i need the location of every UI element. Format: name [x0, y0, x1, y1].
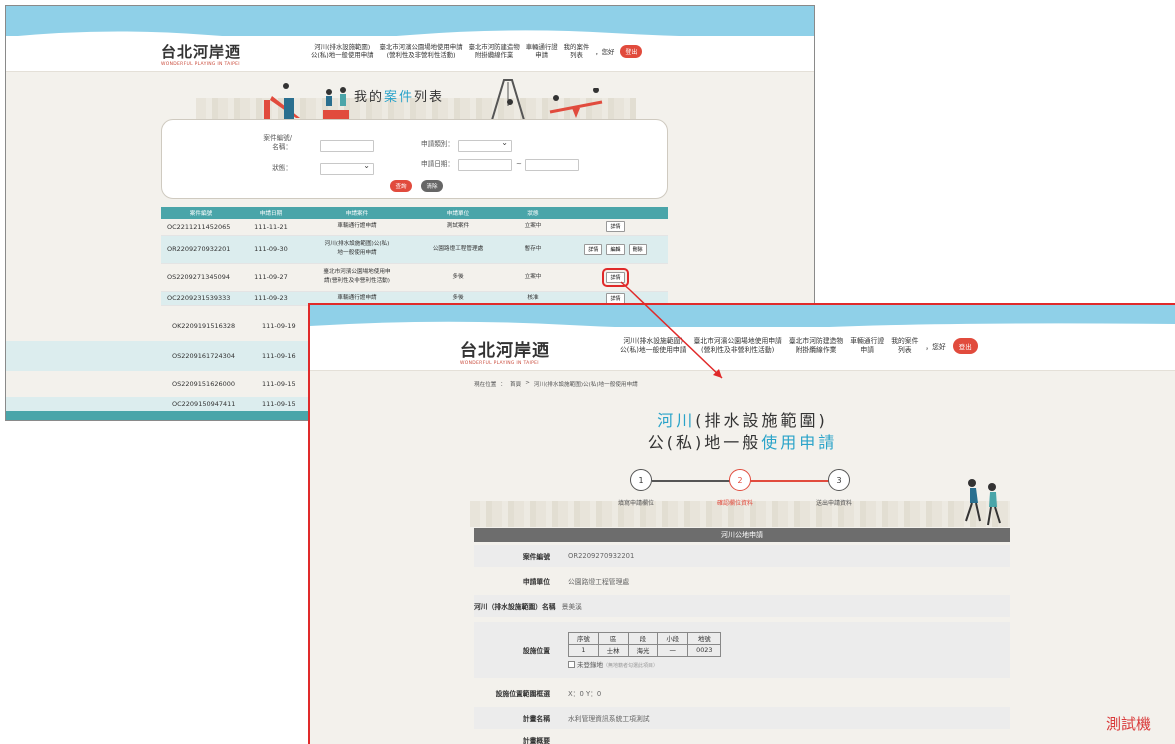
main-nav: 河川(排水設施範圍) 公(私)地一般使用申請 臺北市河濱公園場地使用申請 (營利性及…	[311, 43, 643, 60]
form-title-line1: 河川(排水設施範圍)	[657, 411, 828, 430]
date-label: 申請日期：	[421, 160, 454, 168]
step-connector	[652, 480, 738, 482]
step-3-circle: 3	[828, 469, 850, 491]
delete-button[interactable]: 刪除	[628, 243, 647, 255]
date-to-input[interactable]	[525, 159, 579, 171]
nav-cable[interactable]: 臺北市河防建造物 附掛纜線作業	[789, 337, 843, 355]
field-coordinates: 設施位置範圍框選 X：0 Y：0	[495, 690, 602, 698]
table-row: OS2209271345094 111-09-27 臺北市河濱公園場地使用申 請(…	[161, 263, 668, 292]
table-row: OR2209270932201 111-09-30 河川(排水設施範圍)公(私)…	[161, 235, 668, 264]
nav-cable[interactable]: 臺北市河防建造物 附掛纜線作業	[469, 43, 520, 60]
case-no-label: 案件編號/名稱：	[263, 134, 292, 152]
runners-illustration-icon	[965, 479, 1001, 526]
step-connector	[750, 480, 836, 482]
logout-button[interactable]: 登出	[620, 44, 643, 58]
col-status: 狀態	[503, 207, 563, 219]
case-no-input[interactable]	[320, 140, 374, 152]
col-case-no: 案件編號	[161, 207, 241, 219]
site-logo[interactable]: 台北河岸迺 WONDERFUL PLAYING IN TAIPEI	[460, 336, 550, 366]
children-illustration-icon	[323, 87, 349, 120]
test-environment-watermark: 測試機	[1106, 715, 1152, 733]
col-actions	[563, 207, 668, 219]
search-form: 案件編號/名稱： 申請類別： 狀態： 申請日期： ~ 查詢 清除	[161, 119, 668, 199]
detail-button[interactable]: 詳情	[584, 243, 603, 255]
step-2-circle: 2	[729, 469, 751, 491]
page-title: 我的案件列表	[354, 90, 445, 105]
nav-river-land[interactable]: 河川(排水設施範圍) 公(私)地一般使用申請	[620, 337, 686, 355]
breadcrumb: 現在位置 ： 首頁 > 河川(排水設施範圍)公(私)地一般使用申請	[474, 380, 638, 388]
detail-button[interactable]: 詳情	[606, 221, 625, 233]
step-1-circle: 1	[630, 469, 652, 491]
logout-button[interactable]: 登出	[952, 337, 978, 354]
nav-my-cases[interactable]: 我的案件 列表	[564, 43, 590, 60]
col-case: 申請案件	[301, 207, 413, 219]
list-banner: 我的案件列表	[6, 72, 814, 120]
location-table: 序號 區 段 小段 地號 1 士林 海光 一 0023	[568, 631, 722, 657]
field-case-no: 案件編號 OR2209270932201	[474, 545, 1010, 567]
seesaw-illustration-icon	[549, 88, 603, 118]
field-plan-name: 計畫名稱 水利管理資訊系統工項測試	[474, 707, 1010, 729]
nav-park-venue[interactable]: 臺北市河濱公園場地使用申請 (營利性及非營利性活動)	[380, 43, 463, 60]
nav-vehicle-pass[interactable]: 車輛通行證 申請	[850, 337, 884, 355]
nav-vehicle-pass[interactable]: 車輛通行證 申請	[526, 43, 558, 60]
list-item: OS2209161724304 111-09-16	[6, 341, 309, 371]
site-header: 台北河岸迺 WONDERFUL PLAYING IN TAIPEI 河川(排水設…	[310, 327, 1175, 371]
edit-button[interactable]: 編輯	[606, 243, 625, 255]
date-separator: ~	[516, 160, 522, 168]
clear-button[interactable]: 清除	[421, 180, 443, 192]
step-1-label: 填寫申請欄位	[618, 500, 655, 507]
status-select[interactable]	[320, 161, 374, 175]
list-item: OS2209151626000 111-09-15	[172, 380, 296, 388]
nav-river-land[interactable]: 河川(排水設施範圍) 公(私)地一般使用申請	[311, 43, 374, 60]
main-nav: 河川(排水設施範圍) 公(私)地一般使用申請 臺北市河濱公園場地使用申請 (營利性及…	[620, 337, 978, 355]
user-greeting: ，您好	[925, 342, 946, 351]
date-from-input[interactable]	[458, 159, 512, 171]
case-table: 案件編號 申請日期 申請案件 申請單位 狀態 OC2211211452065 1…	[161, 207, 668, 306]
status-label: 狀態：	[272, 164, 292, 172]
nav-my-cases[interactable]: 我的案件 列表	[891, 337, 918, 355]
detail-button[interactable]: 詳情	[606, 292, 625, 304]
unregistered-checkbox[interactable]	[568, 661, 575, 668]
site-header: 台北河岸迺 WONDERFUL PLAYING IN TAIPEI 河川(排水設…	[6, 36, 814, 72]
unregistered-option[interactable]: 未登錄地（無地籍者勾選此項目）	[568, 659, 721, 669]
section-title: 河川公地申請	[474, 528, 1010, 542]
list-item: OC2209150947411 111-09-15	[6, 397, 309, 411]
type-label: 申請類別：	[421, 140, 454, 148]
case-detail-screenshot: 台北河岸迺 WONDERFUL PLAYING IN TAIPEI 河川(排水設…	[308, 303, 1175, 744]
form-title-line2: 公(私)地一般使用申請	[647, 433, 838, 452]
col-date: 申請日期	[241, 207, 301, 219]
field-location: 設施位置 序號 區 段 小段 地號 1 士林 海光 一 0023 未登錄地（無地…	[474, 622, 1010, 678]
field-unit: 申請單位 公園路燈工程管理處	[522, 578, 630, 586]
field-plan-summary: 計畫概要	[522, 737, 550, 744]
type-select[interactable]	[458, 138, 512, 152]
step-3-label: 送出申請資料	[816, 500, 853, 507]
breadcrumb-home-link[interactable]: 首頁	[510, 380, 521, 388]
field-river-name: 河川（排水設施範圍）名稱 景美溪	[474, 595, 1010, 617]
col-unit: 申請單位	[413, 207, 503, 219]
list-item-cut	[6, 411, 309, 420]
user-greeting: ，您好	[595, 47, 615, 56]
list-item: OK2209191516328 111-09-19	[172, 322, 296, 330]
swing-illustration-icon	[491, 79, 525, 120]
query-button[interactable]: 查詢	[390, 180, 412, 192]
progress-steps: 1 2 3 填寫申請欄位 確認欄位資料 送出申請資料	[600, 469, 880, 513]
step-2-label: 確認欄位資料	[717, 500, 754, 507]
detail-button-highlighted[interactable]: 詳情	[602, 267, 629, 287]
slide-illustration-icon	[264, 83, 300, 120]
site-logo[interactable]: 台北河岸迺 WONDERFUL PLAYING IN TAIPEI	[161, 41, 241, 67]
table-header-row: 案件編號 申請日期 申請案件 申請單位 狀態	[161, 207, 668, 219]
nav-park-venue[interactable]: 臺北市河濱公園場地使用申請 (營利性及非營利性活動)	[693, 337, 781, 355]
table-row: OC2211211452065 111-11-21 車輛通行證申請 測試案件 立…	[161, 219, 668, 236]
